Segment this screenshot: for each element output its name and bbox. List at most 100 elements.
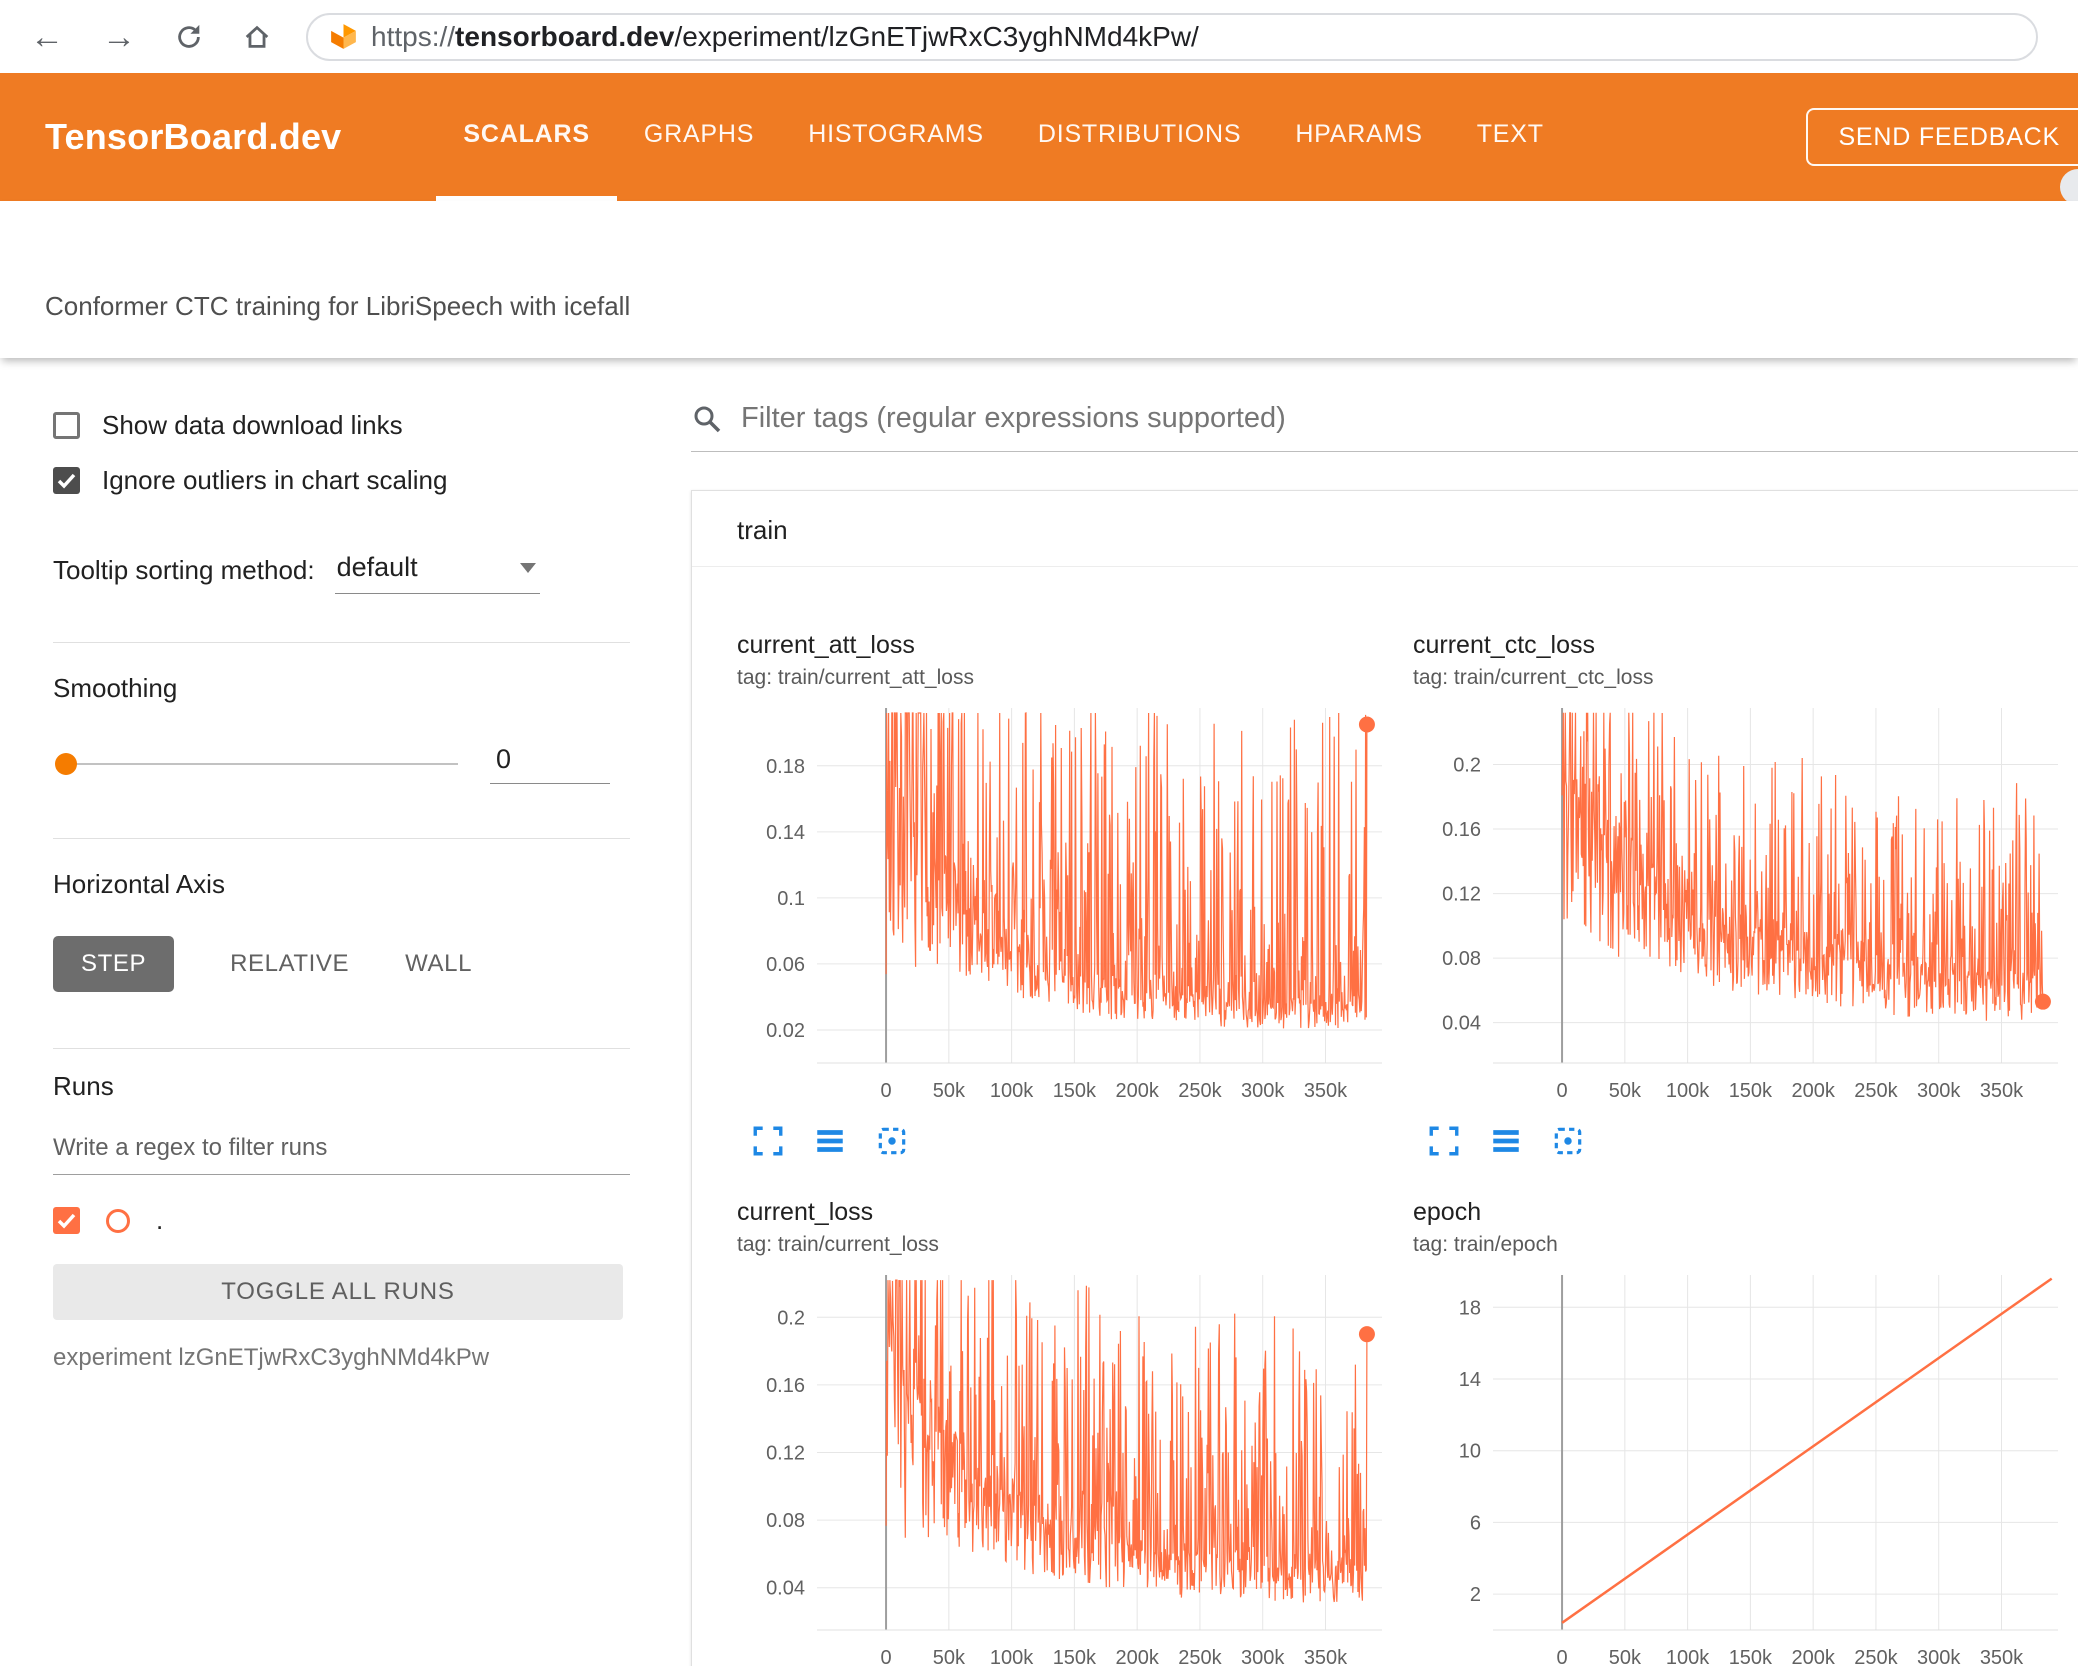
svg-text:200k: 200k bbox=[1115, 1647, 1159, 1666]
search-icon bbox=[691, 403, 723, 435]
svg-text:50k: 50k bbox=[1609, 1647, 1642, 1666]
divider bbox=[53, 1048, 630, 1049]
chart-title: epoch bbox=[1413, 1198, 1482, 1226]
svg-text:50k: 50k bbox=[933, 1647, 966, 1666]
svg-text:250k: 250k bbox=[1854, 1080, 1898, 1102]
svg-text:150k: 150k bbox=[1729, 1080, 1773, 1102]
slider-track bbox=[69, 763, 458, 765]
address-bar[interactable]: https://tensorboard.dev/experiment/lzGnE… bbox=[306, 12, 2038, 61]
chart-cell-epoch: epoch tag: train/epoch 2 6 10 14 18 0 50k 100k 1… bbox=[1413, 1198, 2078, 1666]
svg-text:0: 0 bbox=[1556, 1080, 1567, 1102]
svg-text:0.2: 0.2 bbox=[1453, 754, 1481, 776]
chart-tag: tag: train/epoch bbox=[1413, 1233, 1558, 1256]
chart-current-ctc-loss[interactable]: 0.04 0.08 0.12 0.16 0.2 0 50k 100k 150k 200k 250k 3… bbox=[1413, 698, 2073, 1118]
tab-hparams[interactable]: HPARAMS bbox=[1268, 73, 1449, 201]
filter-tags-bar bbox=[691, 402, 2078, 452]
svg-text:350k: 350k bbox=[1980, 1080, 2024, 1102]
experiment-title: Conformer CTC training for LibriSpeech w… bbox=[45, 291, 631, 321]
reload-icon[interactable] bbox=[174, 22, 204, 52]
svg-text:0.12: 0.12 bbox=[766, 1443, 805, 1465]
tooltip-sorting-value: default bbox=[336, 552, 418, 582]
tab-graphs[interactable]: GRAPHS bbox=[617, 73, 781, 201]
run-row: . bbox=[53, 1205, 655, 1236]
svg-text:18: 18 bbox=[1459, 1297, 1481, 1319]
svg-text:100k: 100k bbox=[1666, 1647, 1710, 1666]
filter-tags-input[interactable] bbox=[741, 402, 2078, 435]
chart-current-loss[interactable]: 0.04 0.08 0.12 0.16 0.2 0 50k 100k 150k 200k 250k 3… bbox=[737, 1265, 1397, 1666]
home-icon[interactable] bbox=[242, 22, 272, 52]
chart-title: current_att_loss bbox=[737, 631, 915, 659]
data-series-icon[interactable] bbox=[813, 1124, 847, 1158]
toggle-all-runs-button[interactable]: TOGGLE ALL RUNS bbox=[53, 1264, 623, 1320]
app-header: TensorBoard.dev SCALARS GRAPHS HISTOGRAM… bbox=[0, 73, 2078, 205]
fullscreen-icon[interactable] bbox=[751, 1124, 785, 1158]
svg-text:150k: 150k bbox=[1053, 1647, 1097, 1666]
runs-filter-input[interactable] bbox=[53, 1128, 630, 1175]
fit-domain-icon[interactable] bbox=[1551, 1124, 1585, 1158]
svg-text:250k: 250k bbox=[1854, 1647, 1898, 1666]
chart-cell-current-loss: current_loss tag: train/current_loss 0.0… bbox=[737, 1198, 1413, 1666]
svg-text:350k: 350k bbox=[1980, 1647, 2024, 1666]
chart-tag: tag: train/current_loss bbox=[737, 1233, 939, 1256]
svg-text:0.02: 0.02 bbox=[766, 1020, 805, 1042]
chart-cell-current-ctc-loss: current_ctc_loss tag: train/current_ctc_… bbox=[1413, 631, 2078, 1198]
svg-text:0: 0 bbox=[880, 1647, 891, 1666]
tab-distributions[interactable]: DISTRIBUTIONS bbox=[1011, 73, 1268, 201]
svg-text:250k: 250k bbox=[1178, 1080, 1222, 1102]
svg-text:50k: 50k bbox=[933, 1080, 966, 1102]
svg-text:0.16: 0.16 bbox=[1442, 819, 1481, 841]
avatar[interactable] bbox=[2060, 169, 2078, 205]
svg-text:250k: 250k bbox=[1178, 1647, 1222, 1666]
svg-text:14: 14 bbox=[1459, 1369, 1481, 1391]
chart-current-att-loss[interactable]: 0.02 0.06 0.1 0.14 0.18 0 50k 100k 150k 200k 250k 3… bbox=[737, 698, 1397, 1118]
tooltip-sorting-label: Tooltip sorting method: bbox=[53, 555, 315, 585]
train-group-header[interactable]: train bbox=[692, 491, 2078, 567]
svg-text:2: 2 bbox=[1470, 1584, 1481, 1606]
run-checkbox[interactable] bbox=[53, 1207, 80, 1234]
axis-step-button[interactable]: STEP bbox=[53, 936, 175, 992]
chart-epoch[interactable]: 2 6 10 14 18 0 50k 100k 150k 200k 250k 300k 350k bbox=[1413, 1265, 2073, 1666]
svg-text:100k: 100k bbox=[1666, 1080, 1710, 1102]
run-isolate-icon[interactable] bbox=[106, 1208, 130, 1233]
ignore-outliers-checkbox[interactable] bbox=[53, 467, 80, 494]
divider bbox=[53, 838, 630, 839]
chart-tag: tag: train/current_att_loss bbox=[737, 666, 974, 689]
chart-cell-current-att-loss: current_att_loss tag: train/current_att_… bbox=[737, 631, 1413, 1198]
chevron-down-icon bbox=[519, 562, 536, 573]
send-feedback-button[interactable]: SEND FEEDBACK bbox=[1806, 108, 2078, 166]
svg-text:300k: 300k bbox=[1241, 1080, 1285, 1102]
fullscreen-icon[interactable] bbox=[1427, 1124, 1461, 1158]
svg-text:200k: 200k bbox=[1791, 1080, 1835, 1102]
slider-knob[interactable] bbox=[55, 753, 77, 775]
smoothing-slider[interactable] bbox=[53, 749, 458, 779]
svg-text:350k: 350k bbox=[1304, 1647, 1348, 1666]
divider bbox=[53, 642, 630, 643]
back-icon[interactable]: ← bbox=[30, 20, 64, 54]
show-download-links-checkbox[interactable] bbox=[53, 412, 80, 439]
main-panel: train current_att_loss tag: train/curren… bbox=[655, 358, 2078, 1666]
chart-title: current_loss bbox=[737, 1198, 874, 1226]
ignore-outliers-label: Ignore outliers in chart scaling bbox=[102, 465, 448, 495]
tab-text[interactable]: TEXT bbox=[1450, 73, 1571, 201]
browser-chrome: ← → https://tensorboard.dev/experiment/l… bbox=[0, 0, 2078, 73]
svg-text:100k: 100k bbox=[990, 1647, 1034, 1666]
tab-histograms[interactable]: HISTOGRAMS bbox=[781, 73, 1011, 201]
svg-text:0.16: 0.16 bbox=[766, 1375, 805, 1397]
data-series-icon[interactable] bbox=[1489, 1124, 1523, 1158]
tooltip-sorting-dropdown[interactable]: default bbox=[334, 552, 540, 594]
forward-icon[interactable]: → bbox=[102, 20, 136, 54]
brand-title[interactable]: TensorBoard.dev bbox=[45, 116, 341, 158]
smoothing-value-field[interactable]: 0 bbox=[490, 744, 610, 784]
settings-sidebar: Show data download links Ignore outliers… bbox=[0, 358, 655, 1666]
chart-title: current_ctc_loss bbox=[1413, 631, 1596, 659]
fit-domain-icon[interactable] bbox=[875, 1124, 909, 1158]
svg-text:6: 6 bbox=[1470, 1512, 1481, 1534]
svg-text:200k: 200k bbox=[1115, 1080, 1159, 1102]
tab-scalars[interactable]: SCALARS bbox=[436, 73, 617, 201]
svg-text:10: 10 bbox=[1459, 1441, 1481, 1463]
svg-text:0.1: 0.1 bbox=[777, 888, 805, 910]
svg-text:0: 0 bbox=[880, 1080, 891, 1102]
axis-wall-button[interactable]: WALL bbox=[405, 936, 472, 992]
svg-text:0.04: 0.04 bbox=[1442, 1013, 1481, 1035]
axis-relative-button[interactable]: RELATIVE bbox=[230, 936, 349, 992]
